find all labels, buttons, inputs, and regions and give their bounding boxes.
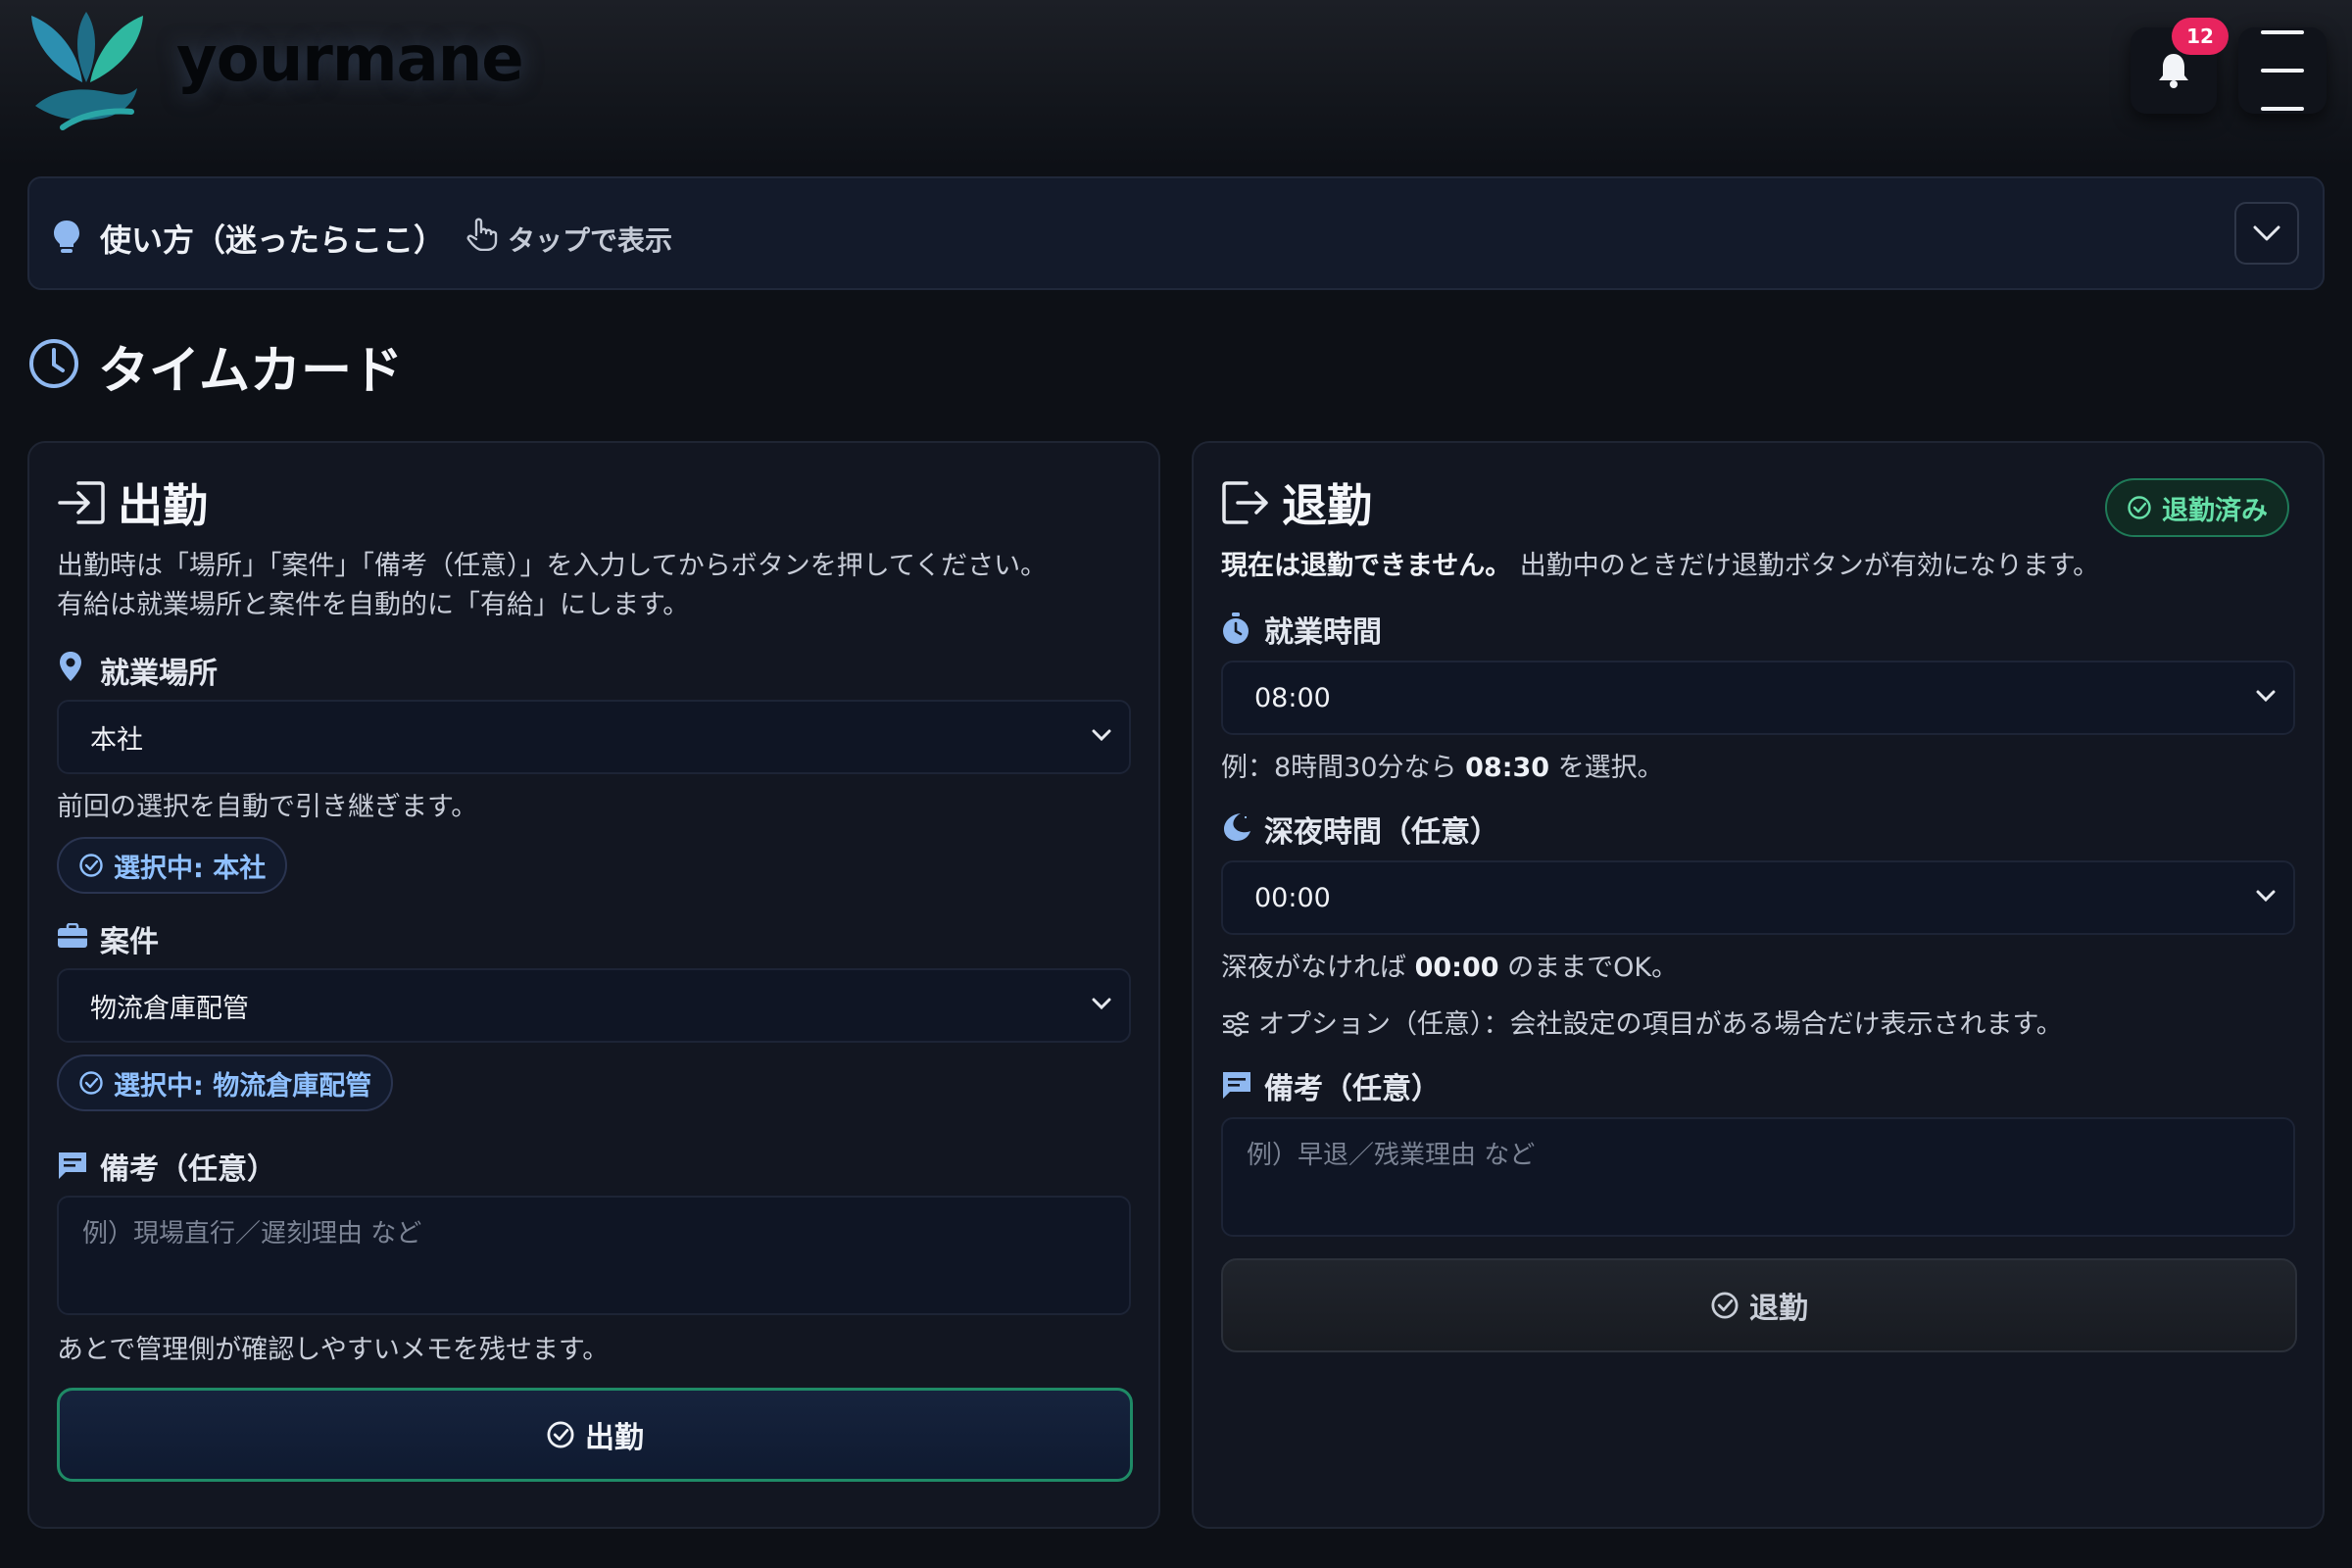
location-select-value: 本社	[90, 724, 143, 756]
map-pin-icon	[60, 652, 81, 681]
night-hint-post: のままでOK。	[1507, 953, 1679, 983]
work-hint-post: を選択。	[1557, 753, 1664, 783]
notification-badge: 12	[2172, 18, 2229, 55]
clock-out-desc: 現在は退勤できません。 出勤中のときだけ退勤ボタンが有効になります。	[1221, 547, 2099, 586]
page-title: タイムカード	[98, 342, 403, 401]
message-icon	[1223, 1072, 1250, 1099]
project-label: 案件	[100, 925, 159, 959]
check-circle-icon	[1711, 1292, 1739, 1319]
logout-icon	[1222, 481, 1268, 524]
stopwatch-icon	[1223, 612, 1249, 644]
chevron-down-icon	[2253, 225, 2280, 241]
chevron-down-icon	[2256, 690, 2276, 702]
clock-in-desc-2: 有給は就業場所と案件を自動的に「有給」にします。	[57, 590, 690, 620]
bell-icon	[2159, 54, 2188, 88]
check-circle-icon	[547, 1421, 574, 1448]
clock-out-note-label: 備考（任意）	[1264, 1072, 1441, 1106]
night-hint-pre: 深夜がなければ	[1221, 953, 1406, 983]
options-note: オプション（任意）：会社設定の項目がある場合だけ表示されます。	[1258, 1009, 2063, 1040]
lightbulb-icon	[54, 220, 79, 253]
night-time-hint: 深夜がなければ 00:00 のままでOK。	[1221, 949, 1678, 988]
clock-in-note-input[interactable]: 例）現場直行／遅刻理由 など	[57, 1196, 1131, 1315]
clock-in-title: 出勤	[118, 479, 208, 532]
clock-out-desc-bold: 現在は退勤できません。	[1221, 551, 1512, 581]
location-label: 就業場所	[100, 657, 218, 691]
work-hint-value: 08:30	[1465, 753, 1550, 783]
brand-name[interactable]: yourmane	[176, 24, 524, 96]
clock-out-title: 退勤	[1282, 479, 1372, 532]
message-icon	[59, 1152, 86, 1179]
logo-icon[interactable]	[24, 12, 151, 133]
clock-out-note-placeholder: 例）早退／残業理由 など	[1247, 1141, 1536, 1170]
chevron-down-icon	[1092, 998, 1111, 1009]
clock-in-button[interactable]: 出勤	[57, 1388, 1133, 1482]
briefcase-icon	[58, 923, 87, 948]
location-hint: 前回の選択を自動で引き継ぎます。	[57, 792, 478, 822]
clock-out-desc-rest: 出勤中のときだけ退勤ボタンが有効になります。	[1519, 551, 2100, 581]
check-circle-icon	[79, 854, 103, 877]
work-time-select[interactable]: 08:00	[1221, 661, 2295, 735]
project-select[interactable]: 物流倉庫配管	[57, 968, 1131, 1043]
project-select-value: 物流倉庫配管	[90, 993, 249, 1024]
clock-in-card: 出勤 出勤時は「場所」「案件」「備考（任意）」を入力してからボタンを押してくださ…	[27, 441, 1160, 1529]
project-chip-text: 選択中: 物流倉庫配管	[114, 1070, 372, 1102]
menu-button[interactable]	[2238, 27, 2327, 114]
night-time-value: 00:00	[1254, 882, 1331, 913]
moon-icon	[1224, 813, 1250, 841]
location-select[interactable]: 本社	[57, 700, 1131, 774]
clock-out-note-input[interactable]: 例）早退／残業理由 など	[1221, 1117, 2295, 1237]
login-icon	[58, 481, 105, 524]
clock-in-note-placeholder: 例）現場直行／遅刻理由 など	[82, 1219, 422, 1249]
help-toggle-button[interactable]	[2234, 202, 2299, 265]
chevron-down-icon	[2256, 890, 2276, 902]
status-badge-text: 退勤済み	[2162, 495, 2268, 526]
clock-in-note-label: 備考（任意）	[100, 1152, 276, 1187]
clock-out-button[interactable]: 退勤	[1221, 1258, 2297, 1352]
night-time-label: 深夜時間（任意）	[1264, 815, 1499, 850]
work-time-label: 就業時間	[1264, 615, 1382, 650]
clock-in-button-label: 出勤	[585, 1421, 644, 1455]
clock-out-button-label: 退勤	[1749, 1292, 1808, 1326]
check-circle-icon	[2128, 496, 2151, 519]
clock-out-card: 退勤 退勤済み 現在は退勤できません。 出勤中のときだけ退勤ボタンが有効になりま…	[1192, 441, 2325, 1529]
night-hint-value: 00:00	[1414, 953, 1499, 983]
clock-icon	[29, 339, 78, 388]
clock-in-note-hint: あとで管理側が確認しやすいメモを残せます。	[57, 1335, 610, 1365]
check-circle-icon	[79, 1071, 103, 1095]
night-time-select[interactable]: 00:00	[1221, 860, 2295, 935]
status-badge: 退勤済み	[2105, 478, 2289, 537]
location-chip-text: 選択中: 本社	[114, 853, 267, 884]
work-time-hint: 例：8時間30分なら 08:30 を選択。	[1221, 749, 1664, 788]
hand-pointer-icon	[466, 218, 498, 251]
help-title[interactable]: 使い方（迷ったらここ）	[100, 216, 445, 261]
work-time-value: 08:00	[1254, 682, 1331, 713]
work-hint-pre: 例：8時間30分なら	[1221, 753, 1457, 783]
menu-icon	[2261, 30, 2304, 111]
help-tap-hint: タップで表示	[508, 224, 673, 257]
location-selected-chip: 選択中: 本社	[57, 837, 288, 894]
project-selected-chip: 選択中: 物流倉庫配管	[57, 1054, 394, 1111]
chevron-down-icon	[1092, 729, 1111, 741]
sliders-icon	[1223, 1011, 1249, 1037]
clock-in-desc-1: 出勤時は「場所」「案件」「備考（任意）」を入力してからボタンを押してください。	[57, 551, 1048, 581]
